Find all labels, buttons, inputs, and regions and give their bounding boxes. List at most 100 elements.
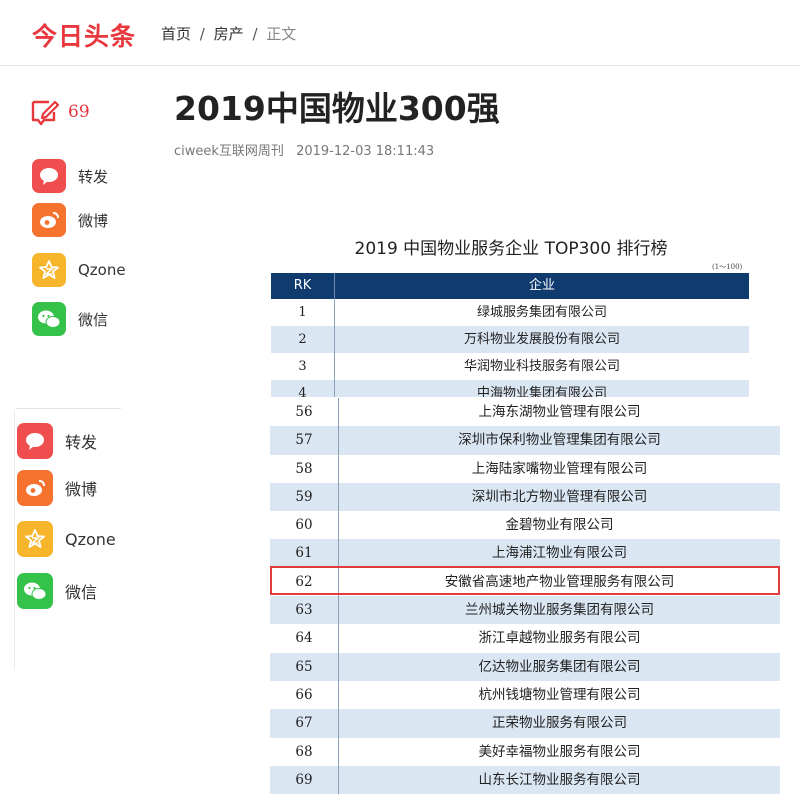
- company-cell: 兰州城关物业服务集团有限公司: [338, 596, 780, 625]
- breadcrumb: 首页 / 房产 / 正文: [161, 23, 296, 44]
- rank-cell: 60: [295, 517, 313, 534]
- company-cell: 华润物业科技服务有限公司: [334, 353, 749, 380]
- share-weibo-label: 微博: [65, 480, 98, 499]
- table-row: 64 浙江卓越物业服务有限公司: [270, 624, 780, 653]
- table-row: 57 深圳市保利物业管理集团有限公司: [270, 426, 780, 455]
- comment-count: 69: [68, 102, 90, 122]
- rank-cell: 66: [295, 686, 313, 703]
- share-weibo-label: 微博: [78, 211, 109, 230]
- rank-cell: 59: [295, 488, 313, 505]
- ranking-range: (1～100): [712, 263, 743, 271]
- rank-cell: 69: [295, 771, 313, 788]
- share-repost-label: 转发: [78, 167, 109, 186]
- wechat-icon: [17, 573, 53, 609]
- company-cell: 绿城服务集团有限公司: [334, 299, 749, 326]
- share-weibo-button[interactable]: 微博: [32, 203, 108, 237]
- company-cell: 中海物业集团有限公司: [334, 380, 749, 397]
- company-cell: 深圳市北方物业管理有限公司: [338, 482, 780, 512]
- repost-icon: [32, 159, 66, 193]
- share-weibo-button[interactable]: 微博: [17, 470, 98, 506]
- share-qzone-label: Qzone: [65, 529, 116, 549]
- table-row: 63 兰州城关物业服务集团有限公司: [270, 596, 780, 625]
- company-cell: 美好幸福物业服务有限公司: [338, 737, 780, 766]
- table-row: 67 正荣物业服务有限公司: [270, 709, 780, 738]
- rank-cell: 3: [298, 359, 307, 374]
- company-cell: 亿达物业服务集团有限公司: [338, 652, 780, 681]
- share-qzone-label: Qzone: [78, 261, 126, 279]
- table-row: 60 金碧物业有限公司: [270, 511, 780, 540]
- wechat-icon: [32, 302, 66, 336]
- table-row: 69 山东长江物业服务有限公司: [270, 765, 780, 795]
- company-cell: 深圳市保利物业管理集团有限公司: [338, 426, 780, 455]
- table-row: 2 万科物业发展股份有限公司: [271, 326, 749, 353]
- share-wechat-button[interactable]: 微信: [17, 573, 98, 609]
- ranking-table-header: RK 企业: [271, 273, 749, 299]
- company-cell: 上海陆家嘴物业管理有限公司: [338, 454, 780, 483]
- company-cell: 山东长江物业服务有限公司: [338, 765, 780, 795]
- breadcrumb-separator: /: [199, 25, 205, 43]
- table-row: 58 上海陆家嘴物业管理有限公司: [270, 454, 780, 483]
- breadcrumb-current: 正文: [266, 25, 297, 43]
- header-rk: RK: [293, 278, 312, 293]
- breadcrumb-house[interactable]: 房产: [214, 25, 244, 43]
- breadcrumb-separator: /: [252, 25, 258, 43]
- breadcrumb-home[interactable]: 首页: [161, 25, 191, 43]
- table-row: 61 上海浦江物业有限公司: [270, 539, 780, 568]
- sidebar-divider: [16, 408, 121, 409]
- table-row: 4 中海物业集团有限公司: [271, 380, 749, 397]
- highlight-box: [270, 566, 780, 595]
- share-wechat-button[interactable]: 微信: [32, 302, 108, 336]
- share-wechat-label: 微信: [78, 310, 109, 329]
- article-time: 2019-12-03 18:11:43: [296, 144, 435, 159]
- company-cell: 上海东湖物业管理有限公司: [338, 398, 780, 427]
- weibo-icon: [32, 203, 66, 237]
- rank-cell: 4: [298, 386, 307, 397]
- rank-cell: 58: [295, 460, 313, 477]
- share-repost-button[interactable]: 转发: [17, 423, 98, 459]
- article-source[interactable]: ciweek互联网周刊: [174, 144, 284, 159]
- table-row: 56 上海东湖物业管理有限公司: [270, 398, 780, 427]
- ranking-title: 2019 中国物业服务企业 TOP300 排行榜: [354, 239, 668, 259]
- share-qzone-button[interactable]: Qzone: [32, 253, 126, 287]
- company-cell: 金碧物业有限公司: [338, 511, 780, 540]
- table-row: 59 深圳市北方物业管理有限公司: [270, 482, 780, 512]
- ranking-table-bottom: 56 上海东湖物业管理有限公司 57 深圳市保利物业管理集团有限公司 58 上海陆家嘴物业…: [270, 398, 780, 800]
- share-repost-button[interactable]: 转发: [32, 159, 108, 193]
- rank-cell: 61: [295, 545, 313, 562]
- table-row: 3 华润物业科技服务有限公司: [271, 353, 749, 380]
- comment-icon: [31, 100, 60, 126]
- rank-cell: 67: [295, 715, 313, 732]
- company-cell: 万科物业发展股份有限公司: [334, 326, 749, 353]
- table-row: 65 亿达物业服务集团有限公司: [270, 652, 780, 681]
- header-company: 企业: [334, 273, 749, 299]
- company-cell: 杭州钱塘物业管理有限公司: [338, 680, 780, 710]
- rank-cell: 68: [295, 743, 313, 760]
- qzone-icon: [32, 253, 66, 287]
- table-row: 1 绿城服务集团有限公司: [271, 299, 749, 326]
- share-repost-label: 转发: [65, 433, 98, 452]
- rank-cell: 63: [295, 602, 313, 619]
- comment-button[interactable]: 69: [30, 98, 90, 126]
- company-cell: 上海浦江物业有限公司: [338, 539, 780, 568]
- article-title: 2019中国物业300强: [174, 89, 500, 128]
- company-cell: 正荣物业服务有限公司: [338, 709, 780, 738]
- share-qzone-button[interactable]: Qzone: [17, 521, 116, 557]
- repost-icon: [17, 423, 53, 459]
- rank-cell: 56: [295, 404, 313, 420]
- rank-cell: 65: [295, 658, 313, 675]
- article-meta: ciweek互联网周刊 2019-12-03 18:11:43: [174, 140, 434, 159]
- rank-cell: 57: [295, 432, 313, 449]
- toutiao-logo[interactable]: 今日头条: [32, 17, 136, 53]
- rank-cell: 64: [295, 630, 313, 647]
- share-wechat-label: 微信: [65, 583, 98, 602]
- weibo-icon: [17, 470, 53, 506]
- rank-cell: 1: [298, 305, 307, 320]
- top-header: 今日头条 首页 / 房产 / 正文: [0, 0, 800, 66]
- company-cell: 浙江卓越物业服务有限公司: [338, 624, 780, 653]
- sidebar-border: [14, 410, 15, 670]
- rank-cell: 2: [298, 332, 307, 347]
- table-row: 68 美好幸福物业服务有限公司: [270, 737, 780, 766]
- qzone-icon: [17, 521, 53, 557]
- table-row: 66 杭州钱塘物业管理有限公司: [270, 680, 780, 710]
- ranking-table-top: RK 企业 1 绿城服务集团有限公司 2 万科物业发展股份有限公司 3 华润物业科技服务有…: [271, 273, 749, 397]
